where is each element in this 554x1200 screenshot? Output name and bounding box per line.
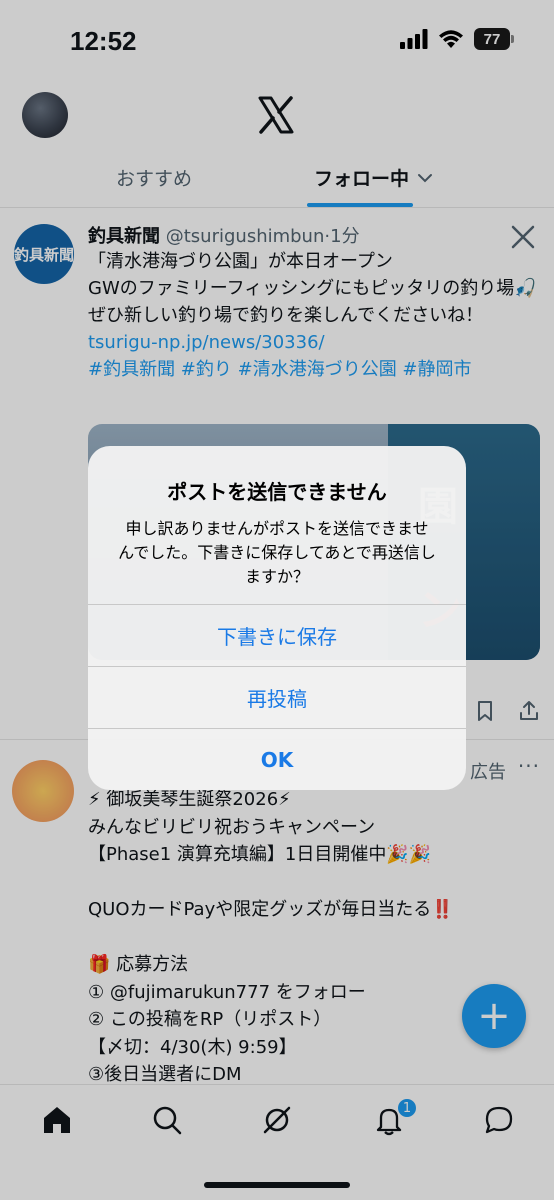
alert-dialog: ポストを送信できません 申し訳ありませんがポストを送信できませんでした。下書きに… xyxy=(88,446,466,790)
alert-message: 申し訳ありませんがポストを送信できませんでした。下書きに保存してあとで再送信しま… xyxy=(118,519,436,586)
alert-title: ポストを送信できません xyxy=(167,480,387,504)
retry-post-button[interactable]: 再投稿 xyxy=(88,666,466,728)
ok-button[interactable]: OK xyxy=(88,728,466,790)
save-draft-button[interactable]: 下書きに保存 xyxy=(88,604,466,666)
